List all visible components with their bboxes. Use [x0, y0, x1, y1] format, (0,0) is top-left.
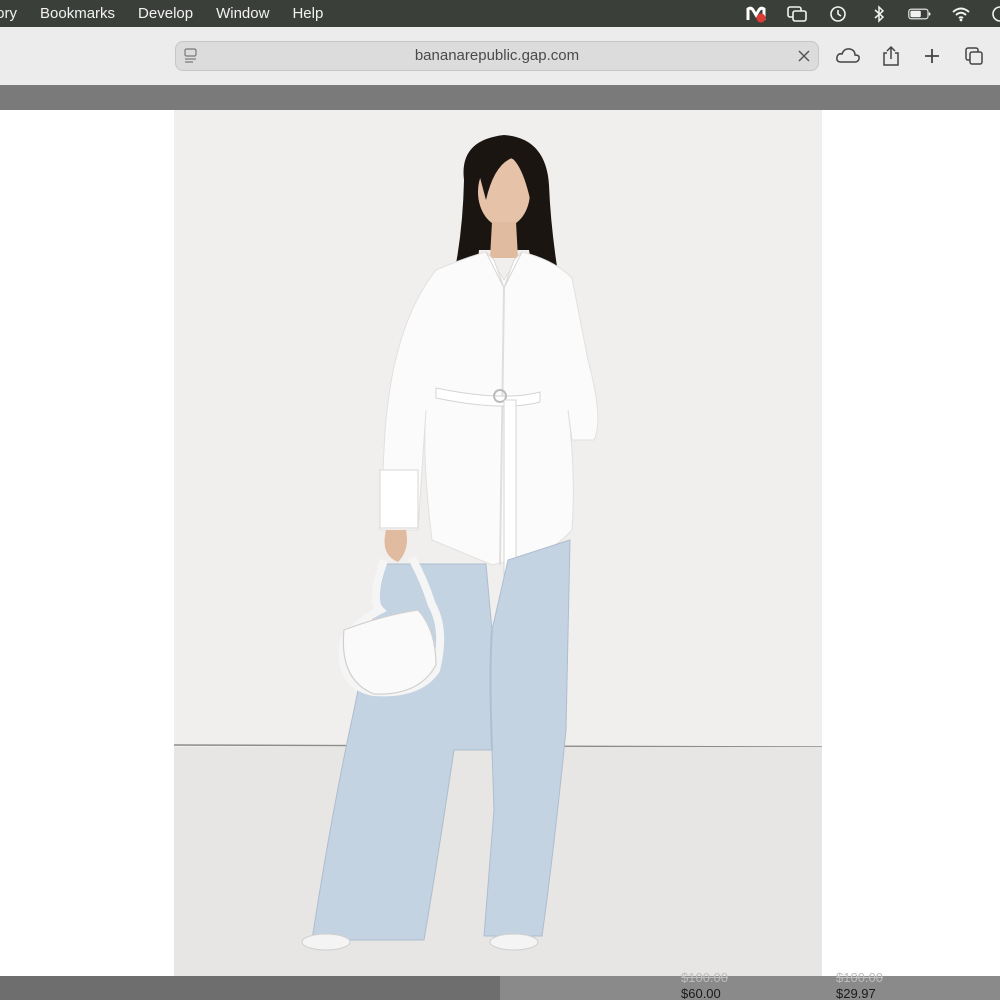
share-icon[interactable]: [878, 43, 904, 69]
new-tab-icon[interactable]: [919, 43, 945, 69]
sale-price: $60.00: [681, 986, 721, 1001]
tab-overview-icon[interactable]: [961, 43, 987, 69]
status-area: [727, 0, 1000, 27]
address-bar[interactable]: bananarepublic.gap.com: [175, 41, 819, 71]
original-price: $100.00: [836, 970, 883, 985]
menu-develop[interactable]: Develop: [138, 0, 193, 27]
sale-price: $29.97: [836, 986, 876, 1001]
app-status-icon[interactable]: [744, 4, 768, 24]
screen-mirroring-icon[interactable]: [785, 4, 809, 24]
wifi-icon[interactable]: [949, 4, 973, 24]
battery-icon[interactable]: [908, 4, 932, 24]
menu-bookmarks[interactable]: Bookmarks: [40, 0, 115, 27]
time-machine-icon[interactable]: [826, 4, 850, 24]
control-center-icon[interactable]: [990, 4, 1000, 24]
product-image[interactable]: [174, 110, 822, 976]
model-illustration: [174, 110, 822, 976]
original-price: $100.00: [681, 970, 728, 985]
menu-history[interactable]: tory: [0, 0, 17, 27]
icloud-icon[interactable]: [835, 43, 861, 69]
browser-toolbar: bananarepublic.gap.com: [0, 27, 1000, 85]
bluetooth-icon[interactable]: [867, 4, 891, 24]
url-text[interactable]: bananarepublic.gap.com: [176, 42, 818, 70]
menu-window[interactable]: Window: [216, 0, 269, 27]
menu-help[interactable]: Help: [292, 0, 323, 27]
clear-icon[interactable]: [796, 48, 812, 69]
menu-bar: tory Bookmarks Develop Window Help: [0, 0, 1000, 27]
tab-strip: [0, 85, 1000, 110]
product-row-strip: $100.00 $60.00 $100.00 $29.97: [0, 970, 1000, 1001]
menu-list: tory Bookmarks Develop Window Help: [0, 0, 323, 27]
product-thumbnail[interactable]: [0, 976, 500, 1000]
page-content: [0, 110, 1000, 976]
